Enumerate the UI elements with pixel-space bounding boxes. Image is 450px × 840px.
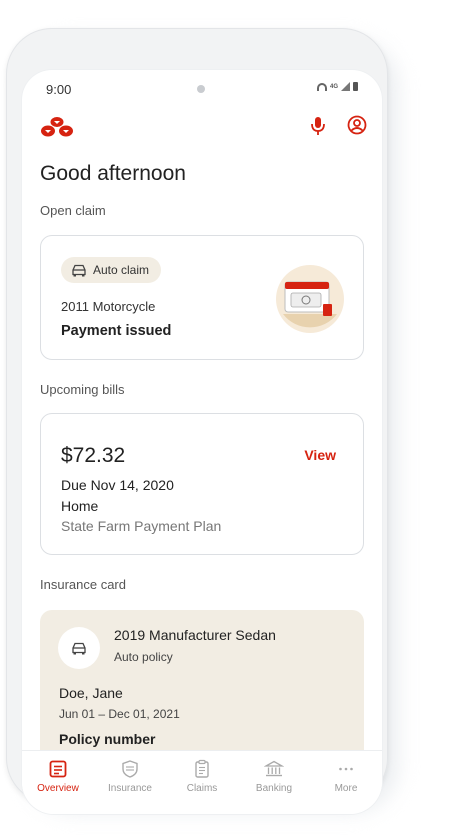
system-icons: 4G	[316, 82, 358, 91]
bank-icon	[264, 760, 284, 777]
open-claim-card[interactable]: Auto claim 2011 Motorcycle Payment issue…	[40, 235, 364, 360]
nav-label: Banking	[255, 783, 293, 794]
auto-claim-chip: Auto claim	[61, 257, 162, 283]
phone-frame: 9:00 4G Good afternoon Open claim Auto c…	[6, 28, 388, 814]
payment-illustration	[276, 265, 344, 333]
bill-card[interactable]: $72.32 View Due Nov 14, 2020 Home State …	[40, 413, 364, 555]
shield-icon	[122, 760, 138, 778]
car-icon	[72, 642, 86, 655]
wifi-icon	[316, 82, 327, 91]
insured-vehicle: 2019 Manufacturer Sedan	[114, 627, 276, 643]
app-bar	[22, 110, 382, 150]
bottom-navigation: Overview Insurance Claims Banking More	[22, 750, 382, 814]
policy-type: Auto policy	[114, 650, 173, 664]
view-bill-link[interactable]: View	[304, 447, 336, 463]
nav-label: Claims	[186, 783, 218, 794]
policy-period: Jun 01 – Dec 01, 2021	[59, 707, 180, 721]
front-camera	[197, 85, 205, 93]
bill-due-date: Due Nov 14, 2020	[61, 477, 174, 493]
nav-more[interactable]: More	[310, 751, 382, 814]
more-icon	[339, 767, 353, 771]
status-time: 9:00	[46, 82, 72, 97]
nav-claims[interactable]: Claims	[166, 751, 238, 814]
battery-icon	[353, 82, 358, 91]
network-label: 4G	[329, 83, 338, 90]
app-screen: 9:00 4G Good afternoon Open claim Auto c…	[22, 70, 382, 814]
nav-label: Overview	[37, 783, 79, 794]
chip-label: Auto claim	[93, 263, 150, 277]
status-bar: 9:00 4G	[22, 70, 382, 110]
nav-banking[interactable]: Banking	[238, 751, 310, 814]
profile-icon[interactable]	[347, 115, 367, 135]
bill-type: Home	[61, 498, 99, 514]
open-claim-heading: Open claim	[40, 203, 106, 218]
greeting-heading: Good afternoon	[40, 162, 186, 185]
bill-plan: State Farm Payment Plan	[61, 518, 222, 534]
policy-holder: Doe, Jane	[59, 685, 123, 701]
signal-icon	[341, 82, 350, 91]
vehicle-icon-badge	[58, 627, 100, 669]
bill-amount: $72.32	[61, 444, 126, 467]
insurance-card[interactable]: 2019 Manufacturer Sedan Auto policy Doe,…	[40, 610, 364, 770]
nav-label: Insurance	[108, 783, 152, 794]
clipboard-icon	[195, 759, 209, 778]
state-farm-logo[interactable]	[40, 116, 74, 138]
claim-vehicle: 2011 Motorcycle	[61, 299, 156, 314]
nav-label: More	[334, 783, 358, 794]
insurance-card-heading: Insurance card	[40, 577, 126, 592]
nav-overview[interactable]: Overview	[22, 751, 94, 814]
car-icon	[72, 264, 86, 277]
mic-icon[interactable]	[310, 115, 326, 137]
policy-number-label: Policy number	[59, 731, 156, 747]
overview-icon	[49, 760, 67, 778]
upcoming-bills-heading: Upcoming bills	[40, 382, 125, 397]
nav-insurance[interactable]: Insurance	[94, 751, 166, 814]
claim-status: Payment issued	[61, 323, 172, 339]
